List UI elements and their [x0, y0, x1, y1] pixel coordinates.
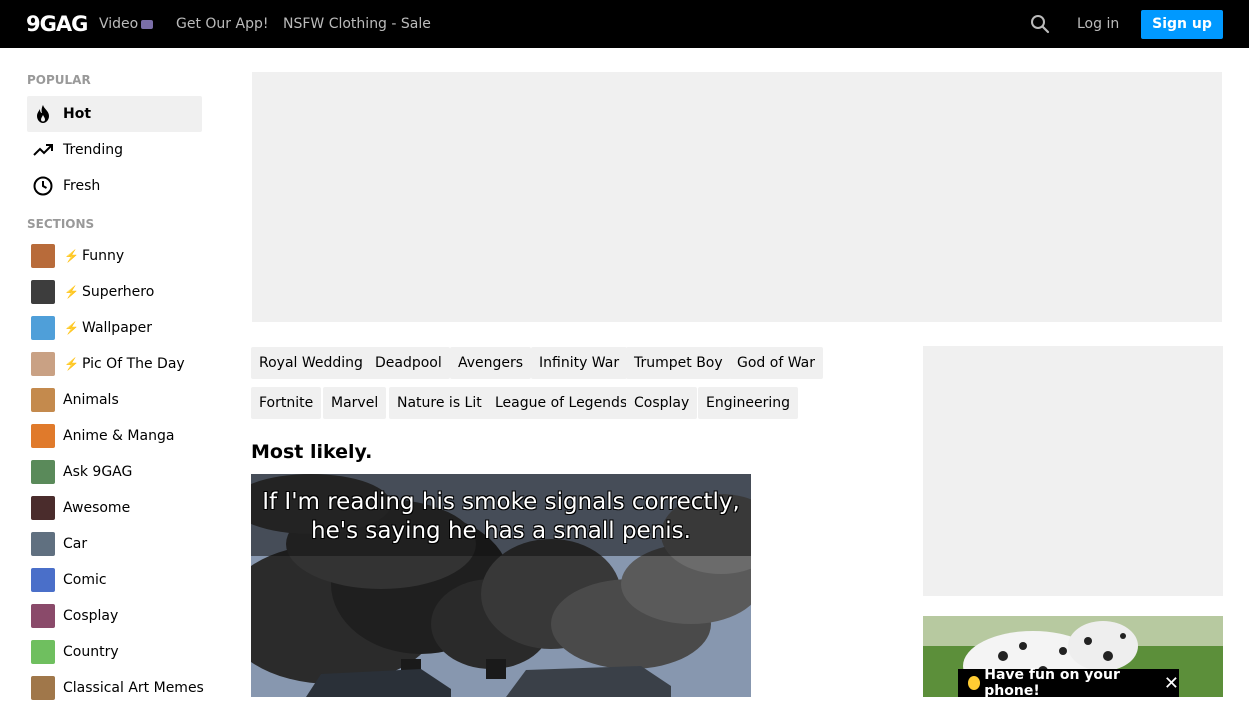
signup-button[interactable]: Sign up — [1141, 10, 1223, 39]
sidebar-item-label: Animals — [63, 392, 119, 408]
app-promo-banner[interactable]: Have fun on your phone! ✕ — [958, 667, 1179, 699]
nav-nsfw-clothing[interactable]: NSFW Clothing - Sale — [283, 16, 431, 32]
sidebar-item-label: Pic Of The Day — [82, 356, 185, 372]
nav-get-app[interactable]: Get Our App! — [176, 16, 268, 32]
popular-heading: POPULAR — [27, 73, 91, 87]
sidebar-item-label: Funny — [82, 248, 125, 264]
bolt-icon: ⚡ — [64, 357, 79, 371]
top-navbar: 9GAG Video Get Our App! NSFW Clothing - … — [0, 0, 1249, 48]
bolt-icon: ⚡ — [64, 249, 79, 263]
sections-heading: SECTIONS — [27, 217, 95, 231]
post-caption: If I'm reading his smoke signals correct… — [262, 489, 740, 544]
sidebar-item-label: Hot — [63, 106, 92, 122]
nav-video[interactable]: Video — [99, 16, 154, 32]
sidebar-section-country[interactable]: Country — [31, 639, 119, 665]
sidebar-section-animals[interactable]: Animals — [31, 387, 119, 413]
sidebar-section-superhero[interactable]: ⚡ Superhero — [31, 279, 154, 305]
sidebar-item-label: Wallpaper — [82, 320, 153, 336]
sidebar-section-classical-art-memes[interactable]: Classical Art Memes — [31, 675, 204, 701]
logo[interactable]: 9GAG — [26, 12, 88, 36]
sidebar-item-label: Comic — [63, 572, 107, 588]
section-thumbnail — [31, 388, 55, 412]
sidebar-item-label: Country — [63, 644, 119, 660]
tag-chip[interactable]: Infinity War — [531, 347, 628, 379]
section-thumbnail — [31, 460, 55, 484]
sidebar-item-label: Classical Art Memes — [63, 680, 204, 696]
flame-icon — [32, 103, 54, 125]
post-image[interactable]: If I'm reading his smoke signals correct… — [251, 474, 751, 697]
clock-icon — [32, 175, 54, 197]
sidebar-item-label: Cosplay — [63, 608, 119, 624]
post-title[interactable]: Most likely. — [251, 441, 372, 463]
sidebar-item-label: Superhero — [82, 284, 155, 300]
sidebar-section-ask-9gag[interactable]: Ask 9GAG — [31, 459, 132, 485]
laughing-emoji-icon — [968, 676, 981, 690]
section-thumbnail — [31, 316, 55, 340]
tag-chip[interactable]: Fortnite — [251, 387, 322, 419]
section-thumbnail — [31, 604, 55, 628]
sidebar-section-pic-of-the-day[interactable]: ⚡ Pic Of The Day — [31, 351, 185, 377]
sidebar-section-cosplay[interactable]: Cosplay — [31, 603, 118, 629]
sidebar-item-label: Anime & Manga — [63, 428, 175, 444]
section-thumbnail — [31, 532, 55, 556]
tag-chip[interactable]: God of War — [729, 347, 823, 379]
section-thumbnail — [31, 424, 55, 448]
bolt-icon: ⚡ — [64, 321, 79, 335]
ad-sidebar — [923, 346, 1223, 596]
sidebar-item-label: Fresh — [63, 178, 101, 194]
tag-chip[interactable]: Cosplay — [626, 387, 698, 419]
tag-chip[interactable]: Engineering — [698, 387, 798, 419]
sidebar-section-wallpaper[interactable]: ⚡ Wallpaper — [31, 315, 152, 341]
section-thumbnail — [31, 352, 55, 376]
tag-chip[interactable]: Nature is Lit — [389, 387, 490, 419]
login-link[interactable]: Log in — [1077, 16, 1119, 32]
tag-chip[interactable]: Avengers — [450, 347, 532, 379]
sidebar-item-fresh[interactable]: Fresh — [27, 168, 202, 204]
sidebar-section-comic[interactable]: Comic — [31, 567, 107, 593]
close-icon[interactable]: ✕ — [1164, 673, 1179, 694]
section-thumbnail — [31, 676, 55, 700]
tag-chip[interactable]: Marvel — [323, 387, 387, 419]
sidebar-item-label: Ask 9GAG — [63, 464, 133, 480]
sidebar-section-car[interactable]: Car — [31, 531, 87, 557]
search-icon[interactable] — [1030, 14, 1050, 34]
sidebar-item-trending[interactable]: Trending — [27, 132, 202, 168]
sidebar-item-hot[interactable]: Hot — [27, 96, 202, 132]
tv-icon — [141, 20, 154, 29]
tag-chip[interactable]: League of Legends — [487, 387, 636, 419]
sidebar-item-label: Car — [63, 536, 88, 552]
sidebar-item-label: Trending — [63, 142, 123, 158]
section-thumbnail — [31, 244, 55, 268]
sidebar-section-funny[interactable]: ⚡ Funny — [31, 243, 124, 269]
section-thumbnail — [31, 496, 55, 520]
sidebar: POPULAR Hot Trending Fresh SECTIONS ⚡ Fun… — [0, 48, 230, 700]
section-thumbnail — [31, 280, 55, 304]
tag-chip[interactable]: Royal Wedding — [251, 347, 371, 379]
tag-chip[interactable]: Deadpool — [367, 347, 450, 379]
sidebar-section-anime-manga[interactable]: Anime & Manga — [31, 423, 174, 449]
section-thumbnail — [31, 640, 55, 664]
ad-banner-top — [252, 72, 1222, 322]
trending-icon — [32, 139, 54, 161]
sidebar-item-label: Awesome — [63, 500, 131, 516]
bolt-icon: ⚡ — [64, 285, 79, 299]
section-thumbnail — [31, 568, 55, 592]
sidebar-section-awesome[interactable]: Awesome — [31, 495, 130, 521]
tag-chip[interactable]: Trumpet Boy — [626, 347, 731, 379]
